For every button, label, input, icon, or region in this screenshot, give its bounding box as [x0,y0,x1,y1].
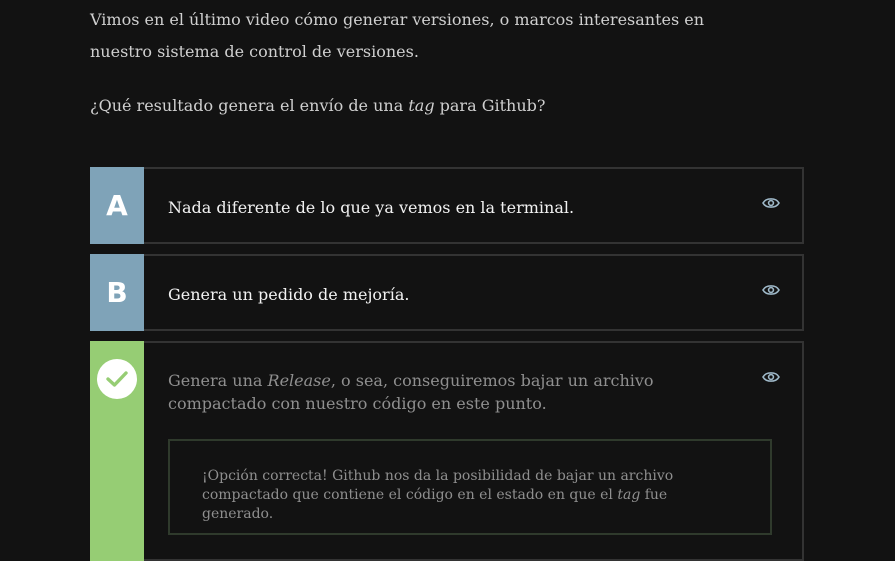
option-letter-a: A [90,167,144,244]
eye-icon[interactable] [762,371,780,383]
option-letter-b: B [90,254,144,331]
option-a-text: Nada diferente de lo que ya vemos en la … [168,198,575,217]
intro-paragraph: Vimos en el último video cómo generar ve… [90,10,705,61]
option-correct-text: Genera una Release, o sea, conseguiremos… [168,369,722,415]
feedback-tag-word: tag [617,487,641,503]
question-text-after: para Github? [434,96,546,115]
answer-option-correct[interactable]: Genera una Release, o sea, conseguiremos… [90,341,804,561]
question-text: ¿Qué resultado genera el envío de una ta… [90,90,545,122]
option-b-text: Genera un pedido de mejoría. [168,285,410,304]
feedback-text-before: ¡Opción correcta! Github nos da la posib… [202,468,674,503]
option-correct-release-word: Release [267,371,331,390]
eye-icon[interactable] [762,284,780,296]
checkmark-icon [106,371,128,387]
answer-option-b[interactable]: B Genera un pedido de mejoría. [90,254,804,331]
option-letter-correct [90,341,144,561]
eye-icon[interactable] [762,197,780,209]
question-text-before: ¿Qué resultado genera el envío de una [90,96,409,115]
feedback-box: ¡Opción correcta! Github nos da la posib… [168,439,772,535]
checkmark-badge [97,359,137,399]
option-correct-text-before: Genera una [168,371,268,390]
answer-option-a[interactable]: A Nada diferente de lo que ya vemos en l… [90,167,804,244]
question-tag-word: tag [408,96,435,115]
